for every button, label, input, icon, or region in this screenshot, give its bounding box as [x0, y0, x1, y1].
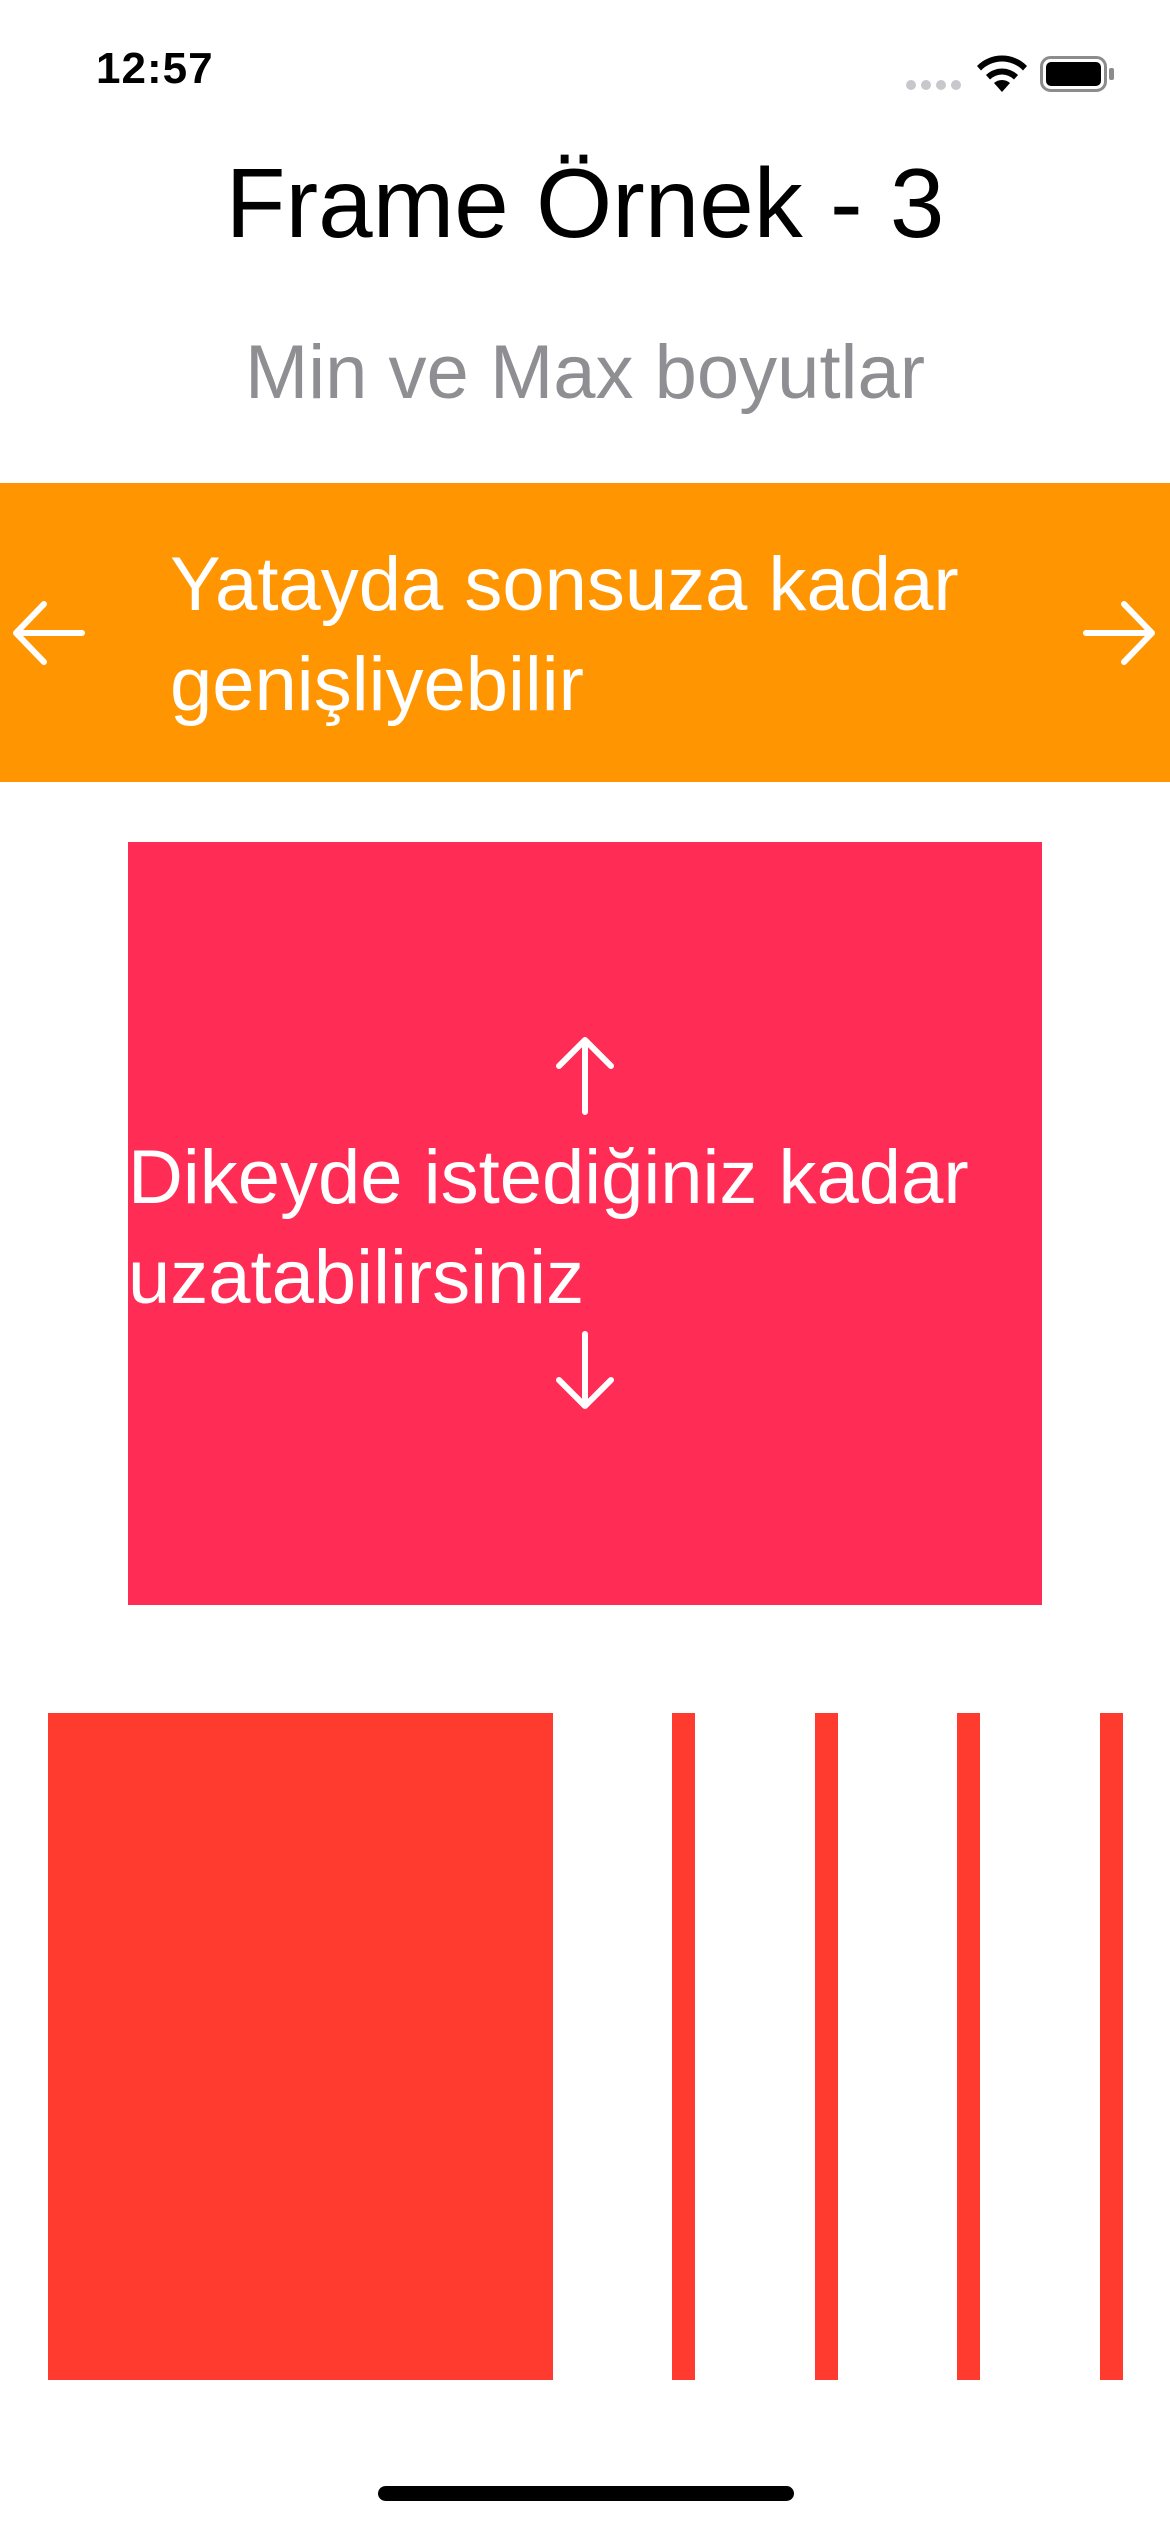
status-time: 12:57 — [96, 44, 214, 93]
home-indicator[interactable] — [378, 2486, 794, 2501]
arrow-up-icon — [556, 1037, 614, 1115]
red-bar — [672, 1713, 695, 2380]
red-bar — [1100, 1713, 1123, 2380]
page-subtitle: Min ve Max boyutlar — [244, 330, 926, 415]
signal-dots-icon — [906, 80, 964, 92]
arrow-right-icon — [1083, 601, 1155, 665]
battery-icon — [1040, 56, 1114, 92]
arrow-down-icon — [556, 1331, 614, 1409]
arrow-left-icon — [13, 601, 85, 665]
horizontal-banner-text: Yatayda sonsuza kadar genişliyebilir — [170, 542, 959, 727]
red-bar — [957, 1713, 980, 2380]
red-block-large — [48, 1713, 553, 2380]
wifi-icon — [977, 55, 1027, 92]
vertical-box-text: Dikeyde istediğiniz kadar uzatabilirsini… — [128, 1135, 969, 1320]
page-title: Frame Örnek - 3 — [225, 148, 945, 258]
red-bar — [815, 1713, 838, 2380]
